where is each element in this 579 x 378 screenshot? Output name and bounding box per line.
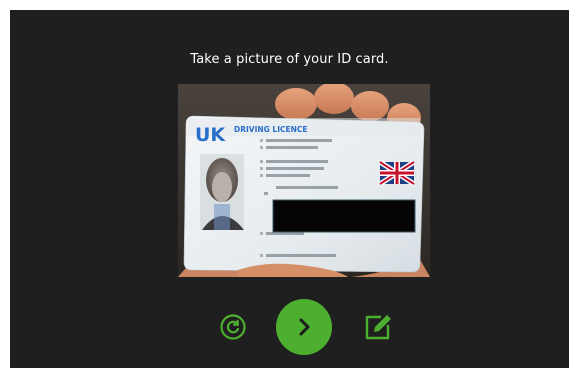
retake-button[interactable] <box>218 312 248 342</box>
next-button[interactable] <box>276 299 332 355</box>
id-card-photo: UK DRIVING LICENCE <box>178 84 430 277</box>
edit-button[interactable] <box>362 312 394 342</box>
refresh-icon <box>220 314 246 340</box>
capture-screen: Take a picture of your ID card. UK DRIVI… <box>10 10 569 368</box>
union-flag-icon <box>378 159 416 187</box>
card-title: DRIVING LICENCE <box>234 125 308 134</box>
card-country: UK <box>195 124 226 146</box>
capture-controls <box>10 296 569 356</box>
instruction-text: Take a picture of your ID card. <box>190 52 389 67</box>
id-card: UK DRIVING LICENCE <box>183 115 425 273</box>
chevron-right-icon <box>299 318 310 336</box>
card-portrait <box>200 154 244 230</box>
edit-icon <box>365 315 391 340</box>
redacted-field <box>272 199 416 233</box>
